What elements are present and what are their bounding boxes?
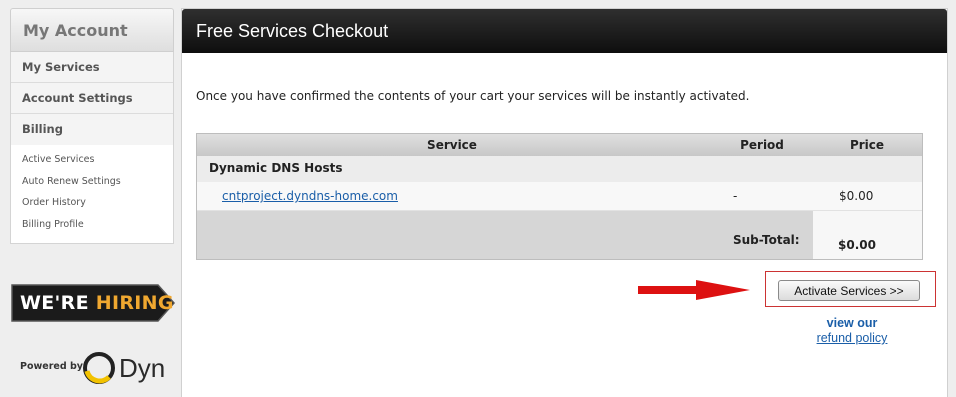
cart-table: Service Period Price Dynamic DNS Hosts c… xyxy=(196,133,923,260)
subtotal-label: Sub-Total: xyxy=(733,233,800,247)
price-cell: $0.00 xyxy=(839,189,874,203)
service-hostname-link[interactable]: cntproject.dyndns-home.com xyxy=(222,189,398,203)
sidebar-subitem-billing-profile[interactable]: Billing Profile xyxy=(11,214,173,236)
account-sidebar: My Account My Services Account Settings … xyxy=(10,8,174,244)
column-header-price: Price xyxy=(849,138,885,152)
page-title: Free Services Checkout xyxy=(182,9,947,53)
sidebar-item-account-settings[interactable]: Account Settings xyxy=(11,83,173,114)
sidebar-title: My Account xyxy=(10,8,174,52)
view-our-label: view our xyxy=(826,316,878,330)
refund-policy-link[interactable]: refund policy xyxy=(817,331,888,345)
subtotal-row: Sub-Total: $0.00 xyxy=(197,211,922,259)
group-label: Dynamic DNS Hosts xyxy=(209,161,343,175)
hiring-banner-text: WE'RE HIRING xyxy=(20,283,174,323)
billing-submenu: Active Services Auto Renew Settings Orde… xyxy=(11,145,173,243)
period-cell: - xyxy=(733,189,738,203)
column-header-period: Period xyxy=(740,138,784,152)
intro-text: Once you have confirmed the contents of … xyxy=(196,89,750,103)
column-header-service: Service xyxy=(427,138,477,152)
table-row: cntproject.dyndns-home.com - $0.00 xyxy=(197,182,922,211)
activate-highlight-box: Activate Services >> xyxy=(765,271,936,307)
sidebar-menu: My Services Account Settings Billing Act… xyxy=(10,52,174,244)
table-group-row: Dynamic DNS Hosts xyxy=(197,156,922,182)
sidebar-item-my-services[interactable]: My Services xyxy=(11,52,173,83)
sidebar-item-billing[interactable]: Billing xyxy=(11,114,173,145)
activate-services-button[interactable]: Activate Services >> xyxy=(778,280,920,301)
table-header-row: Service Period Price xyxy=(197,134,922,156)
powered-by-dyn: Powered by Dyn xyxy=(20,351,170,385)
sidebar-subitem-order-history[interactable]: Order History xyxy=(11,192,173,214)
powered-by-label: Powered by xyxy=(20,361,83,372)
subtotal-value: $0.00 xyxy=(838,238,876,252)
red-arrow-annotation xyxy=(638,280,750,300)
dyn-logo-icon xyxy=(83,352,115,384)
sidebar-subitem-active-services[interactable]: Active Services xyxy=(11,149,173,171)
sidebar-subitem-auto-renew-settings[interactable]: Auto Renew Settings xyxy=(11,171,173,193)
hiring-banner[interactable]: WE'RE HIRING xyxy=(10,283,176,323)
checkout-panel: Free Services Checkout Once you have con… xyxy=(181,8,948,397)
dyn-brand-name: Dyn xyxy=(119,353,166,383)
hiring-highlight: HIRING xyxy=(95,292,174,314)
hiring-prefix: WE'RE xyxy=(20,292,96,314)
